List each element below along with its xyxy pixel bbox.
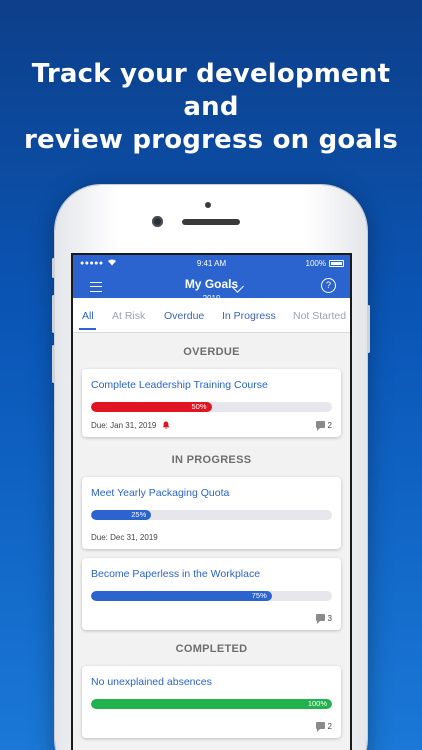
comment-count[interactable]: 2 xyxy=(315,421,332,431)
app-screen: ●●●●● 9:41 AM 100% My Goals 2019 ? All A… xyxy=(73,255,350,750)
progress-bar: 50% xyxy=(91,402,332,412)
progress-label: 75% xyxy=(251,591,267,600)
due-date: Due: Jan 31, 2019 xyxy=(91,421,170,430)
mute-switch xyxy=(52,258,55,278)
due-date-text: Due: Jan 31, 2019 xyxy=(91,421,157,430)
front-camera xyxy=(152,216,163,227)
progress-bar-fill: 75% xyxy=(91,591,272,601)
bell-alert-icon xyxy=(162,421,170,429)
goal-card[interactable]: Become Paperless in the Workplace 75% 3 xyxy=(82,558,341,630)
page-title: My Goals xyxy=(184,277,239,291)
promo-headline: Track your development and review progre… xyxy=(0,58,422,157)
comment-count-value: 2 xyxy=(327,421,332,430)
due-date-text: Due: Dec 31, 2019 xyxy=(91,533,158,542)
tab-all[interactable]: All xyxy=(82,310,94,322)
goal-title[interactable]: Meet Yearly Packaging Quota xyxy=(91,487,229,499)
comment-count[interactable]: 3 xyxy=(315,614,332,624)
tab-overdue[interactable]: Overdue xyxy=(164,310,204,322)
comment-count[interactable]: 2 xyxy=(315,722,332,732)
filter-tabs: All At Risk Overdue In Progress Not Star… xyxy=(73,298,350,333)
active-tab-indicator xyxy=(79,328,96,330)
tab-not-started[interactable]: Not Started xyxy=(293,310,346,322)
tab-at-risk[interactable]: At Risk xyxy=(112,310,145,322)
power-button xyxy=(367,305,370,353)
progress-label: 50% xyxy=(191,402,207,411)
sensor-dot xyxy=(205,202,211,208)
comment-icon xyxy=(315,614,325,624)
section-heading-overdue: OVERDUE xyxy=(183,346,240,358)
battery-icon xyxy=(329,260,344,267)
due-date: Due: Dec 31, 2019 xyxy=(91,533,158,542)
status-bar: ●●●●● 9:41 AM 100% xyxy=(73,255,350,273)
volume-up-button xyxy=(52,295,55,333)
comment-count-value: 2 xyxy=(327,722,332,731)
battery-percent: 100% xyxy=(305,259,326,268)
progress-bar: 25% xyxy=(91,510,332,520)
volume-down-button xyxy=(52,345,55,383)
goal-card[interactable]: No unexplained absences 100% 2 xyxy=(82,666,341,738)
headline-line-2: review progress on goals xyxy=(23,125,399,155)
goal-card[interactable]: Meet Yearly Packaging Quota 25% Due: Dec… xyxy=(82,477,341,549)
headline-line-1: Track your development and xyxy=(31,59,391,122)
goal-card[interactable]: Complete Leadership Training Course 50% … xyxy=(82,369,341,437)
goal-title[interactable]: No unexplained absences xyxy=(91,676,212,688)
goal-title[interactable]: Complete Leadership Training Course xyxy=(91,379,268,391)
earpiece-speaker xyxy=(182,219,240,225)
progress-label: 100% xyxy=(307,699,327,708)
progress-bar-fill: 50% xyxy=(91,402,212,412)
tab-in-progress[interactable]: In Progress xyxy=(222,310,276,322)
comment-count-value: 3 xyxy=(327,614,332,623)
comment-icon xyxy=(315,722,325,732)
section-heading-completed: COMPLETED xyxy=(175,643,248,655)
progress-label: 25% xyxy=(131,510,147,519)
comment-icon xyxy=(315,421,325,431)
help-icon[interactable]: ? xyxy=(321,278,336,293)
progress-bar: 75% xyxy=(91,591,332,601)
progress-bar: 100% xyxy=(91,699,332,709)
section-heading-in-progress: IN PROGRESS xyxy=(171,454,252,466)
goal-title[interactable]: Become Paperless in the Workplace xyxy=(91,568,260,580)
progress-bar-fill: 100% xyxy=(91,699,332,709)
app-header: ●●●●● 9:41 AM 100% My Goals 2019 ? All A… xyxy=(73,255,350,333)
progress-bar-fill: 25% xyxy=(91,510,152,520)
